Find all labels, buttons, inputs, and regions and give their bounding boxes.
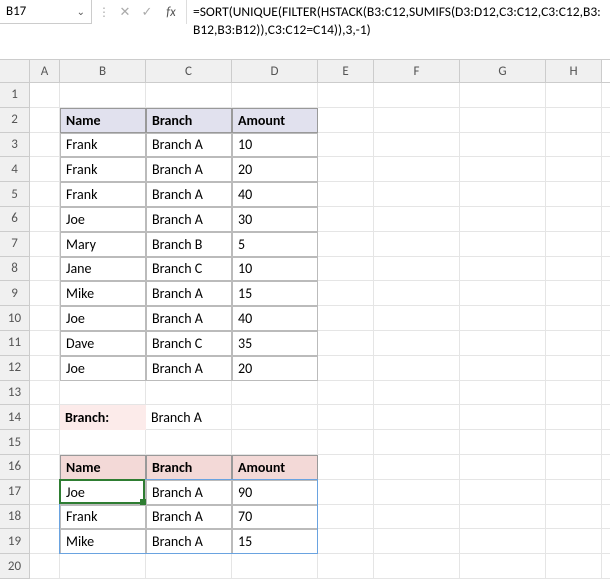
row-header-15[interactable]: 15 <box>0 430 30 455</box>
table1-cell-amount[interactable]: 20 <box>232 157 318 182</box>
fx-icon[interactable]: fx <box>160 5 182 20</box>
filter-label[interactable]: Branch: <box>60 405 146 430</box>
col-header-E[interactable]: E <box>318 60 374 82</box>
row-headers: 1234567891011121314151617181920 <box>0 83 30 579</box>
row-header-20[interactable]: 20 <box>0 554 30 579</box>
select-all-corner[interactable] <box>0 60 30 82</box>
table1-cell-branch[interactable]: Branch B <box>146 232 232 257</box>
col-header-B[interactable]: B <box>60 60 146 82</box>
table1-cell-name[interactable]: Jane <box>60 257 146 282</box>
row-header-11[interactable]: 11 <box>0 331 30 356</box>
table1-cell-name[interactable]: Joe <box>60 306 146 331</box>
table1-cell-branch[interactable]: Branch A <box>146 182 232 207</box>
table2-cell-name[interactable]: Mike <box>60 529 146 554</box>
row-header-5[interactable]: 5 <box>0 182 30 207</box>
table1-cell-branch[interactable]: Branch A <box>146 306 232 331</box>
col-header-H[interactable]: H <box>546 60 602 82</box>
column-headers: A B C D E F G H <box>0 60 610 83</box>
spreadsheet: A B C D E F G H 123456789101112131415161… <box>0 60 610 579</box>
table1-header-name[interactable]: Name <box>60 108 146 133</box>
row-header-1[interactable]: 1 <box>0 83 30 108</box>
table1-header-branch[interactable]: Branch <box>146 108 232 133</box>
filter-value[interactable]: Branch A <box>146 405 232 430</box>
table1-cell-name[interactable]: Mary <box>60 232 146 257</box>
table1-cell-branch[interactable]: Branch A <box>146 356 232 381</box>
row-header-3[interactable]: 3 <box>0 133 30 158</box>
cancel-icon[interactable]: ✕ <box>116 5 134 20</box>
table2-cell-branch[interactable]: Branch A <box>146 529 232 554</box>
table1-cell-name[interactable]: Frank <box>60 182 146 207</box>
row-header-9[interactable]: 9 <box>0 281 30 306</box>
formula-bar: B17 ⌄ ⋮ ✕ ✓ fx =SORT(UNIQUE(FILTER(HSTAC… <box>0 0 610 60</box>
table1-cell-amount[interactable]: 30 <box>232 207 318 232</box>
table1-cell-amount[interactable]: 40 <box>232 182 318 207</box>
table2-cell-branch[interactable]: Branch A <box>146 480 232 505</box>
row-header-16[interactable]: 16 <box>0 455 30 480</box>
col-header-D[interactable]: D <box>232 60 318 82</box>
table1-cell-name[interactable]: Dave <box>60 331 146 356</box>
row-header-8[interactable]: 8 <box>0 257 30 282</box>
cells-area[interactable]: NameBranchAmountFrankBranch A10FrankBran… <box>30 83 610 579</box>
table1-cell-amount[interactable]: 20 <box>232 356 318 381</box>
table1-cell-branch[interactable]: Branch C <box>146 331 232 356</box>
table1-cell-name[interactable]: Frank <box>60 133 146 158</box>
table1-cell-amount[interactable]: 10 <box>232 257 318 282</box>
row-header-19[interactable]: 19 <box>0 529 30 554</box>
col-header-C[interactable]: C <box>146 60 232 82</box>
chevron-down-icon[interactable]: ⌄ <box>77 5 85 18</box>
col-header-F[interactable]: F <box>374 60 460 82</box>
table1-cell-branch[interactable]: Branch C <box>146 257 232 282</box>
table2-cell-amount[interactable]: 90 <box>232 480 318 505</box>
row-header-13[interactable]: 13 <box>0 381 30 406</box>
table1-cell-amount[interactable]: 10 <box>232 133 318 158</box>
table2-header-name[interactable]: Name <box>60 455 146 480</box>
table2-cell-branch[interactable]: Branch A <box>146 505 232 530</box>
table2-cell-name[interactable]: Joe <box>60 480 146 505</box>
table1-cell-amount[interactable]: 35 <box>232 331 318 356</box>
table2-header-branch[interactable]: Branch <box>146 455 232 480</box>
formula-buttons: ⋮ ✕ ✓ fx <box>92 0 187 24</box>
separator-icon: ⋮ <box>96 5 112 20</box>
table1-cell-branch[interactable]: Branch A <box>146 281 232 306</box>
col-header-G[interactable]: G <box>460 60 546 82</box>
formula-input[interactable]: =SORT(UNIQUE(FILTER(HSTACK(B3:C12,SUMIFS… <box>187 0 610 59</box>
row-header-14[interactable]: 14 <box>0 405 30 430</box>
row-header-7[interactable]: 7 <box>0 232 30 257</box>
table1-cell-amount[interactable]: 40 <box>232 306 318 331</box>
table1-cell-name[interactable]: Frank <box>60 157 146 182</box>
row-header-18[interactable]: 18 <box>0 505 30 530</box>
row-header-17[interactable]: 17 <box>0 480 30 505</box>
table1-cell-branch[interactable]: Branch A <box>146 207 232 232</box>
table1-cell-amount[interactable]: 5 <box>232 232 318 257</box>
table2-cell-name[interactable]: Frank <box>60 505 146 530</box>
table1-cell-name[interactable]: Mike <box>60 281 146 306</box>
table1-cell-name[interactable]: Joe <box>60 356 146 381</box>
table1-cell-amount[interactable]: 15 <box>232 281 318 306</box>
table1-cell-branch[interactable]: Branch A <box>146 157 232 182</box>
table2-cell-amount[interactable]: 15 <box>232 529 318 554</box>
table1-cell-name[interactable]: Joe <box>60 207 146 232</box>
row-header-12[interactable]: 12 <box>0 356 30 381</box>
table2-cell-amount[interactable]: 70 <box>232 505 318 530</box>
table1-header-amount[interactable]: Amount <box>232 108 318 133</box>
row-header-6[interactable]: 6 <box>0 207 30 232</box>
row-header-2[interactable]: 2 <box>0 108 30 133</box>
row-header-10[interactable]: 10 <box>0 306 30 331</box>
confirm-icon[interactable]: ✓ <box>138 5 156 20</box>
table1-cell-branch[interactable]: Branch A <box>146 133 232 158</box>
table2-header-amount[interactable]: Amount <box>232 455 318 480</box>
name-box[interactable]: B17 ⌄ <box>0 0 92 24</box>
col-header-A[interactable]: A <box>30 60 60 82</box>
row-header-4[interactable]: 4 <box>0 157 30 182</box>
name-box-value: B17 <box>6 4 26 19</box>
